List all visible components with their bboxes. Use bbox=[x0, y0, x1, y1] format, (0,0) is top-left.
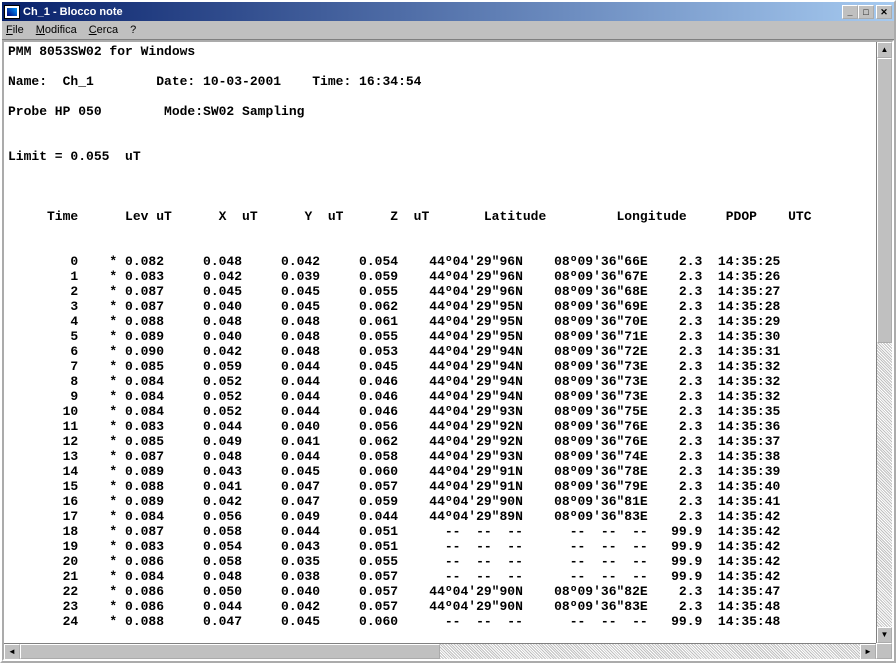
vertical-scrollbar[interactable]: ▲ ▼ bbox=[876, 42, 892, 643]
menu-file[interactable]: File bbox=[6, 24, 24, 36]
menu-cerca[interactable]: Cerca bbox=[89, 24, 118, 36]
scroll-right-button[interactable]: ► bbox=[860, 644, 876, 660]
scroll-thumb-h[interactable] bbox=[20, 644, 440, 659]
scroll-track-v[interactable] bbox=[877, 58, 892, 627]
minimize-button[interactable]: _ bbox=[842, 5, 858, 19]
client-area: PMM 8053SW02 for Windows Name: Ch_1 Date… bbox=[2, 40, 894, 661]
size-grip[interactable] bbox=[876, 643, 892, 659]
scroll-thumb-v[interactable] bbox=[877, 58, 892, 343]
menu-modifica[interactable]: Modifica bbox=[36, 24, 77, 36]
titlebar[interactable]: Ch_1 - Blocco note _ □ ✕ bbox=[2, 2, 894, 21]
notepad-window: Ch_1 - Blocco note _ □ ✕ File Modifica C… bbox=[0, 0, 896, 663]
close-button[interactable]: ✕ bbox=[876, 5, 892, 19]
scroll-up-button[interactable]: ▲ bbox=[877, 42, 892, 58]
menu-help[interactable]: ? bbox=[130, 24, 136, 36]
horizontal-scrollbar[interactable]: ◄ ► bbox=[4, 643, 876, 659]
text-area[interactable]: PMM 8053SW02 for Windows Name: Ch_1 Date… bbox=[4, 42, 876, 643]
window-title: Ch_1 - Blocco note bbox=[23, 6, 842, 18]
scroll-left-button[interactable]: ◄ bbox=[4, 644, 20, 660]
scroll-track-h[interactable] bbox=[20, 644, 860, 659]
maximize-button[interactable]: □ bbox=[858, 5, 874, 19]
scroll-down-button[interactable]: ▼ bbox=[877, 627, 892, 643]
app-icon bbox=[4, 5, 20, 19]
menubar: File Modifica Cerca ? bbox=[2, 21, 894, 40]
